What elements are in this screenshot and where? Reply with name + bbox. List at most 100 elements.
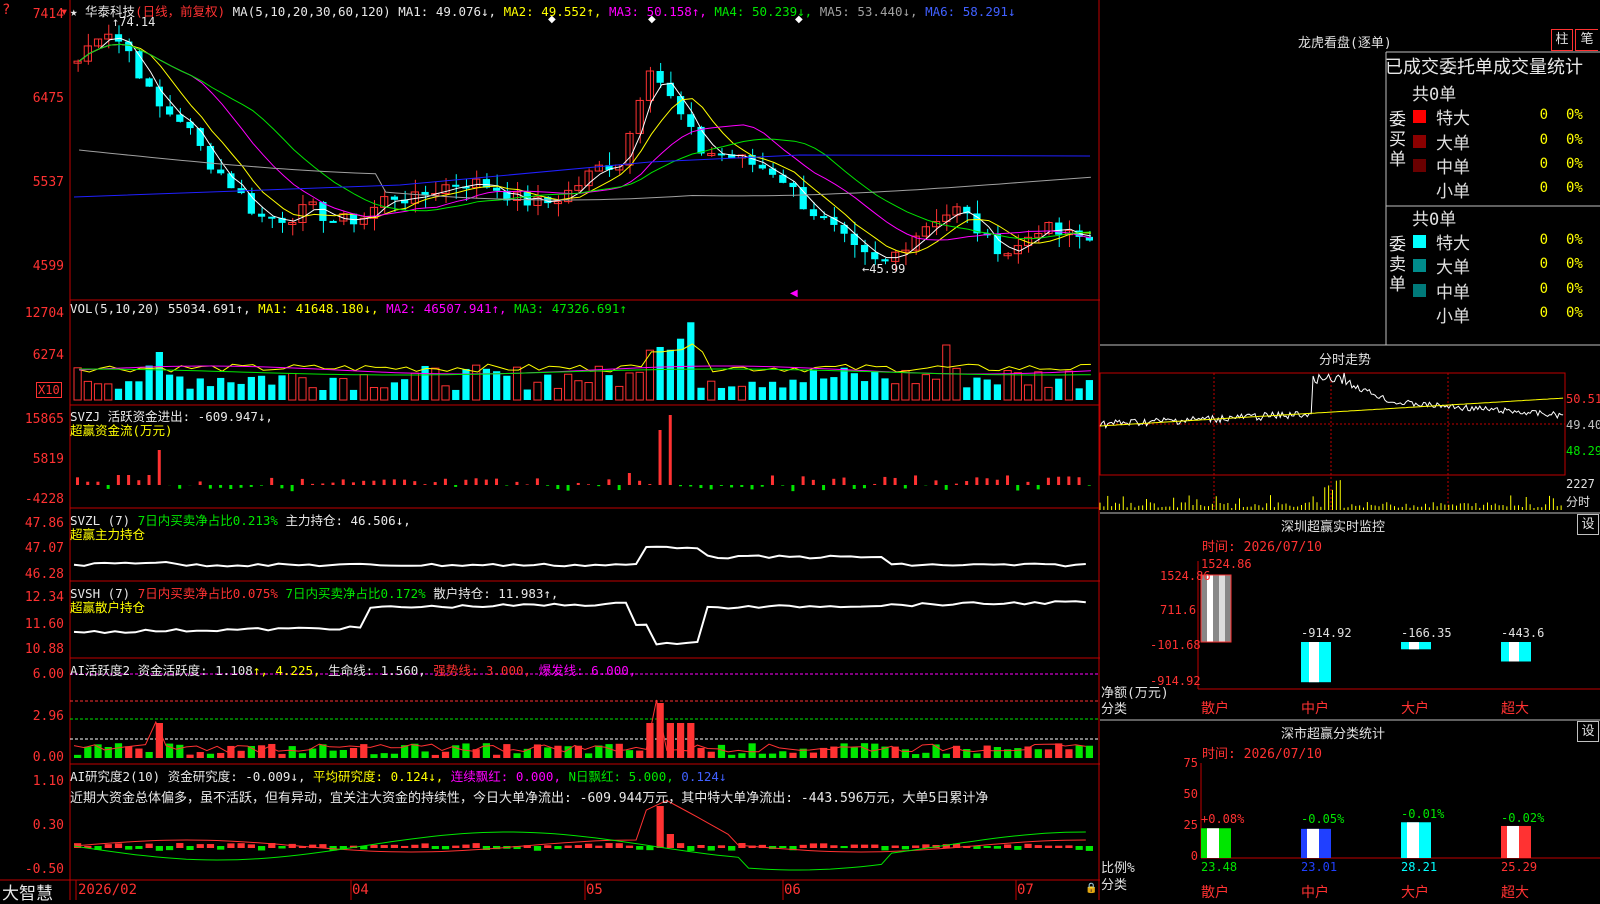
fund-flow-bar: [372, 481, 375, 485]
fund-flow-bar: [873, 484, 876, 485]
activity-bar: [217, 753, 224, 758]
sz-class-y-label: 75: [1170, 756, 1198, 770]
volume-bar: [922, 375, 929, 400]
sz-class-bar-shine: [1507, 826, 1519, 858]
activity-bar: [176, 745, 183, 758]
date-axis-label: 04: [352, 882, 369, 898]
activity-bar: [841, 743, 848, 758]
ma1-value: MA1: 49.076↓,: [398, 4, 496, 19]
research-bar: [115, 843, 122, 848]
fund-flow-bar: [730, 485, 733, 487]
activity-bar: [749, 743, 756, 758]
sz-monitor-y-label: 711.6: [1160, 603, 1196, 617]
vol-unit-badge[interactable]: X10: [36, 382, 62, 398]
fund-flow-bar: [1047, 478, 1050, 485]
research-bar: [146, 844, 153, 848]
volume-bar: [953, 368, 960, 400]
fund-flow-bar: [904, 485, 907, 488]
volume-bar: [401, 379, 408, 400]
fund-flow-bar: [485, 480, 488, 485]
fund-flow-bar: [137, 480, 140, 485]
fund-flow-bar: [679, 485, 682, 486]
volume-bar: [421, 366, 428, 400]
fund-flow-bar: [393, 479, 396, 485]
ai-activity-y-label: 2.96: [0, 709, 64, 724]
research-bar: [238, 843, 245, 848]
bar-view-button[interactable]: 柱: [1551, 29, 1573, 51]
candle-body: [697, 127, 704, 154]
activity-bar: [687, 723, 694, 758]
main-chart-canvas[interactable]: ◆◆◆◀: [0, 0, 1600, 900]
sell-row-count: 0: [1510, 256, 1548, 272]
candle-body: [166, 106, 173, 114]
fund-flow-bar: [383, 480, 386, 485]
candle-body: [871, 252, 878, 259]
activity-bar: [432, 755, 439, 758]
fund-flow-bar: [199, 481, 202, 485]
fund-flow-bar: [986, 478, 989, 485]
ai-activity-title: AI活跃度2 资金活跃度: 1.108↑, 4.225, 生命线: 1.560,…: [70, 660, 636, 679]
fund-flow-bar: [1057, 477, 1060, 485]
fund-flow-bar: [802, 476, 805, 485]
volume-bar: [810, 370, 817, 400]
ma-label: MA(5,10,20,30,60,120): [233, 4, 391, 19]
volume-bar: [105, 384, 112, 400]
candle-body: [759, 165, 766, 169]
sell-m-swatch: [1413, 284, 1426, 297]
fund-flow-bar: [158, 450, 161, 485]
sell-row-count: 0: [1510, 232, 1548, 248]
research-bar: [370, 845, 377, 848]
activity-bar: [677, 723, 684, 758]
fund-flow-bar: [178, 485, 181, 489]
research-bar: [657, 806, 664, 848]
research-bar: [902, 846, 909, 849]
research-bar: [217, 846, 224, 850]
candle-body: [657, 71, 664, 83]
research-bar: [186, 846, 193, 850]
sz-class-y-label: 25: [1170, 818, 1198, 832]
ma4-line: [79, 44, 1091, 238]
sz-class-cat: 大户: [1401, 882, 1429, 902]
fund-flow-bar: [454, 485, 457, 487]
tick-view-button[interactable]: 笔: [1575, 29, 1598, 51]
sz-class-cat: 散户: [1201, 882, 1229, 902]
research-bar: [1086, 846, 1093, 851]
sz-monitor-bar: [1201, 575, 1231, 642]
dragon-title: 龙虎看盘(逐单): [1298, 32, 1392, 51]
fund-flow-bar: [781, 485, 784, 486]
sz-monitor-settings-button[interactable]: 设: [1577, 514, 1599, 535]
activity-bar: [922, 753, 929, 758]
sz-monitor-cat: 中户: [1301, 698, 1329, 718]
activity-bar: [902, 749, 909, 758]
activity-bar: [769, 754, 776, 758]
volume-bar: [94, 384, 101, 400]
volume-bar: [74, 368, 81, 400]
ai-activity-y-label: 0.00: [0, 750, 64, 765]
volume-bar: [759, 387, 766, 400]
volume-bar: [575, 381, 582, 400]
research-bar: [851, 845, 858, 848]
sz-class-settings-button[interactable]: 设: [1577, 721, 1599, 742]
activity-bar: [738, 753, 745, 758]
ai-research-comment: 近期大资金总体偏多，虽不活跃，但有异动，宜关注大资金的持续性，今日大单净流出: …: [70, 787, 1098, 806]
activity-bar: [156, 723, 163, 758]
sz-monitor-cat: 大户: [1401, 698, 1429, 718]
fund-flow-bar: [352, 482, 355, 485]
activity-bar: [340, 750, 347, 758]
activity-bar: [1065, 749, 1072, 758]
ma2-value: MA2: 49.552↑,: [504, 4, 602, 19]
sz-class-change: -0.02%: [1501, 811, 1544, 825]
fund-flow-bar: [648, 484, 651, 485]
vol-ma1-line: [79, 344, 1091, 372]
volume-bar: [861, 381, 868, 400]
lock-icon[interactable]: 🔒: [1085, 883, 1097, 894]
volume-bar: [381, 388, 388, 400]
sell-xl-swatch: [1413, 235, 1426, 248]
volume-bar: [820, 378, 827, 400]
activity-bar: [1045, 749, 1052, 758]
sz-monitor-bar-label: -166.35: [1401, 626, 1452, 640]
fund-flow-bar: [822, 485, 825, 490]
fund-flow-bar: [342, 479, 345, 485]
fund-flow-bar: [618, 485, 621, 490]
research-bar: [462, 845, 469, 848]
